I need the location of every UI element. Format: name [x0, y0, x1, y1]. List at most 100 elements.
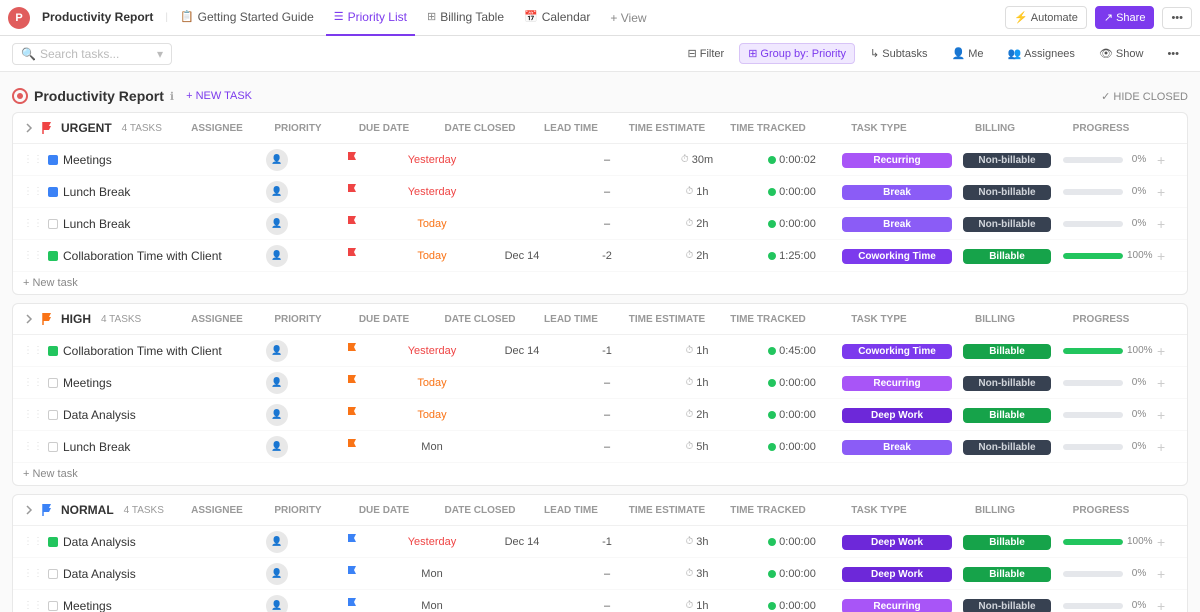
task-billing-cell[interactable]: Billable [957, 343, 1057, 359]
search-input[interactable]: 🔍 Search tasks... ▾ [12, 43, 172, 65]
task-priority-cell[interactable] [317, 374, 387, 391]
new-task-row[interactable]: + New task [13, 272, 1187, 294]
task-priority-cell[interactable] [317, 342, 387, 359]
task-type-cell[interactable]: Deep Work [837, 534, 957, 550]
row-plus-cell[interactable]: + [1157, 343, 1177, 359]
task-status-dot[interactable] [48, 442, 58, 452]
add-row-icon[interactable]: + [1157, 534, 1165, 550]
info-icon[interactable]: ℹ [170, 90, 174, 103]
table-row[interactable]: ⋮⋮ Collaboration Time with Client 👤 Toda… [13, 240, 1187, 272]
task-type-cell[interactable]: Break [837, 184, 957, 200]
task-priority-cell[interactable] [317, 438, 387, 455]
row-plus-cell[interactable]: + [1157, 248, 1177, 264]
group-by-btn[interactable]: ⊞ Group by: Priority [739, 43, 855, 64]
add-row-icon[interactable]: + [1157, 343, 1165, 359]
task-status-dot[interactable] [48, 569, 58, 579]
avatar[interactable]: 👤 [266, 372, 288, 394]
project-title-nav[interactable]: Productivity Report [34, 0, 161, 36]
table-row[interactable]: ⋮⋮ Meetings 👤 Mon – ⏱ 1h [13, 590, 1187, 612]
add-row-icon[interactable]: + [1157, 407, 1165, 423]
overflow-btn[interactable]: ••• [1158, 44, 1188, 64]
task-status-dot[interactable] [48, 346, 58, 356]
filter-btn[interactable]: ⊟ Filter [679, 43, 734, 64]
new-task-row[interactable]: + New task [13, 463, 1187, 485]
table-row[interactable]: ⋮⋮ Data Analysis 👤 Mon – ⏱ 3h [13, 558, 1187, 590]
task-type-cell[interactable]: Deep Work [837, 566, 957, 582]
task-status-dot[interactable] [48, 187, 58, 197]
task-type-cell[interactable]: Coworking Time [837, 343, 957, 359]
task-type-cell[interactable]: Recurring [837, 598, 957, 612]
row-plus-cell[interactable]: + [1157, 184, 1177, 200]
new-task-header-btn[interactable]: + NEW TASK [180, 88, 258, 104]
task-type-cell[interactable]: Coworking Time [837, 248, 957, 264]
add-row-icon[interactable]: + [1157, 439, 1165, 455]
task-priority-cell[interactable] [317, 406, 387, 423]
task-billing-cell[interactable]: Non-billable [957, 598, 1057, 612]
row-plus-cell[interactable]: + [1157, 598, 1177, 612]
assignees-btn[interactable]: 👥 Assignees [998, 43, 1083, 64]
task-priority-cell[interactable] [317, 565, 387, 582]
avatar[interactable]: 👤 [266, 404, 288, 426]
add-row-icon[interactable]: + [1157, 152, 1165, 168]
section-header-urgent[interactable]: URGENT 4 TASKS ASSIGNEE PRIORITY DUE DAT… [13, 113, 1187, 144]
more-options-btn[interactable]: ••• [1162, 7, 1192, 29]
task-priority-cell[interactable] [317, 597, 387, 612]
tab-billing-table[interactable]: ⊞ Billing Table [419, 0, 512, 36]
hide-closed-btn[interactable]: ✓ HIDE CLOSED [1101, 90, 1188, 103]
avatar[interactable]: 👤 [266, 245, 288, 267]
avatar[interactable]: 👤 [266, 340, 288, 362]
table-row[interactable]: ⋮⋮ Lunch Break 👤 Mon – ⏱ 5h [13, 431, 1187, 463]
row-plus-cell[interactable]: + [1157, 216, 1177, 232]
avatar[interactable]: 👤 [266, 213, 288, 235]
task-status-dot[interactable] [48, 251, 58, 261]
task-billing-cell[interactable]: Non-billable [957, 216, 1057, 232]
table-row[interactable]: ⋮⋮ Data Analysis 👤 Yesterday Dec 14 -1 ⏱ [13, 526, 1187, 558]
avatar[interactable]: 👤 [266, 436, 288, 458]
task-type-cell[interactable]: Recurring [837, 375, 957, 391]
share-btn[interactable]: ↗ Share [1095, 6, 1155, 29]
tab-calendar[interactable]: 📅 Calendar [516, 0, 598, 36]
task-status-dot[interactable] [48, 219, 58, 229]
task-priority-cell[interactable] [317, 533, 387, 550]
table-row[interactable]: ⋮⋮ Lunch Break 👤 Yesterday – ⏱ 1h [13, 176, 1187, 208]
subtasks-btn[interactable]: ↳ Subtasks [861, 43, 936, 64]
task-status-dot[interactable] [48, 155, 58, 165]
avatar[interactable]: 👤 [266, 149, 288, 171]
add-row-icon[interactable]: + [1157, 375, 1165, 391]
row-plus-cell[interactable]: + [1157, 566, 1177, 582]
add-row-icon[interactable]: + [1157, 184, 1165, 200]
task-billing-cell[interactable]: Billable [957, 407, 1057, 423]
row-plus-cell[interactable]: + [1157, 439, 1177, 455]
table-row[interactable]: ⋮⋮ Collaboration Time with Client 👤 Yest… [13, 335, 1187, 367]
row-plus-cell[interactable]: + [1157, 152, 1177, 168]
table-row[interactable]: ⋮⋮ Meetings 👤 Yesterday – ⏱ 30m [13, 144, 1187, 176]
add-row-icon[interactable]: + [1157, 566, 1165, 582]
task-status-dot[interactable] [48, 378, 58, 388]
task-status-dot[interactable] [48, 410, 58, 420]
add-row-icon[interactable]: + [1157, 216, 1165, 232]
avatar[interactable]: 👤 [266, 563, 288, 585]
tab-getting-started[interactable]: 📋 Getting Started Guide [172, 0, 322, 36]
avatar[interactable]: 👤 [266, 595, 288, 612]
task-billing-cell[interactable]: Non-billable [957, 152, 1057, 168]
row-plus-cell[interactable]: + [1157, 375, 1177, 391]
show-btn[interactable]: 👁 Show [1090, 43, 1153, 64]
task-status-dot[interactable] [48, 601, 58, 611]
table-row[interactable]: ⋮⋮ Lunch Break 👤 Today – ⏱ 2h [13, 208, 1187, 240]
task-billing-cell[interactable]: Billable [957, 566, 1057, 582]
task-priority-cell[interactable] [317, 151, 387, 168]
task-billing-cell[interactable]: Non-billable [957, 439, 1057, 455]
add-row-icon[interactable]: + [1157, 598, 1165, 612]
task-type-cell[interactable]: Break [837, 216, 957, 232]
task-priority-cell[interactable] [317, 183, 387, 200]
avatar[interactable]: 👤 [266, 181, 288, 203]
table-row[interactable]: ⋮⋮ Meetings 👤 Today – ⏱ 1h [13, 367, 1187, 399]
add-view-btn[interactable]: + View [602, 11, 654, 25]
avatar[interactable]: 👤 [266, 531, 288, 553]
section-header-normal[interactable]: NORMAL 4 TASKS ASSIGNEE PRIORITY DUE DAT… [13, 495, 1187, 526]
row-plus-cell[interactable]: + [1157, 534, 1177, 550]
task-billing-cell[interactable]: Billable [957, 534, 1057, 550]
task-priority-cell[interactable] [317, 215, 387, 232]
task-type-cell[interactable]: Recurring [837, 152, 957, 168]
tab-priority-list[interactable]: ☰ Priority List [326, 0, 415, 36]
